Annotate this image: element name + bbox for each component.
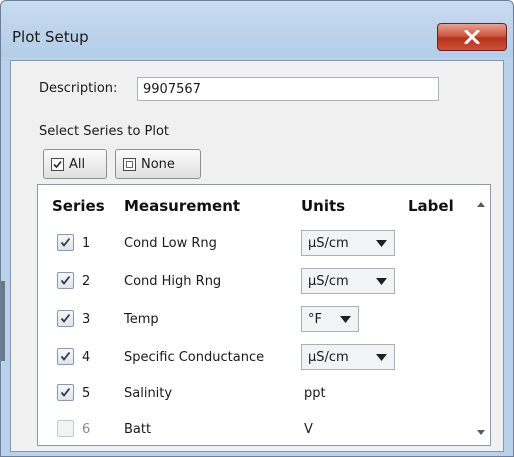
measurement-name: Cond High Rng xyxy=(124,274,222,289)
plot-setup-window: Plot Setup Description: Select Series to… xyxy=(0,0,514,457)
window-title: Plot Setup xyxy=(12,28,89,46)
measurement-name: Temp xyxy=(124,312,159,327)
dropdown-arrow-icon xyxy=(376,354,387,361)
series-row-3: 3 Temp °F xyxy=(38,304,468,334)
close-icon xyxy=(464,30,480,44)
header-units: Units xyxy=(301,197,346,215)
units-dropdown-2[interactable]: µS/cm xyxy=(301,268,395,294)
series-checkbox-3[interactable] xyxy=(57,310,74,327)
select-none-label: None xyxy=(141,156,175,172)
series-table: Series Measurement Units Label 1 Cond Lo… xyxy=(37,184,491,446)
series-number: 4 xyxy=(82,350,91,365)
units-value: µS/cm xyxy=(308,235,349,251)
units-dropdown-4[interactable]: µS/cm xyxy=(301,344,395,370)
series-number: 6 xyxy=(82,422,91,437)
units-value: ppt xyxy=(304,386,326,401)
header-label: Label xyxy=(408,197,454,215)
checkmark-icon xyxy=(60,387,71,397)
series-checkbox-2[interactable] xyxy=(57,272,74,289)
checkbox-checked-icon xyxy=(51,157,64,171)
scroll-down-button[interactable] xyxy=(474,425,488,439)
series-number: 3 xyxy=(82,312,91,327)
series-checkbox-5[interactable] xyxy=(57,384,74,401)
dropdown-arrow-icon xyxy=(376,240,387,247)
units-value: V xyxy=(304,422,313,437)
checkmark-icon xyxy=(60,237,71,247)
series-checkbox-4[interactable] xyxy=(57,348,74,365)
select-series-label: Select Series to Plot xyxy=(39,124,170,139)
dropdown-arrow-icon xyxy=(376,278,387,285)
series-checkbox-6[interactable] xyxy=(57,420,74,437)
measurement-name: Specific Conductance xyxy=(124,350,265,365)
checkmark-icon xyxy=(60,275,71,285)
scroll-up-button[interactable] xyxy=(474,197,488,211)
background-window-edge xyxy=(1,281,5,361)
units-dropdown-3[interactable]: °F xyxy=(301,306,359,332)
measurement-name: Batt xyxy=(124,422,152,437)
checkbox-empty-icon xyxy=(123,157,136,171)
description-label: Description: xyxy=(39,81,118,96)
series-row-6: 6 Batt V xyxy=(38,414,468,444)
measurement-name: Salinity xyxy=(124,386,173,401)
series-row-5: 5 Salinity ppt xyxy=(38,378,468,408)
series-row-2: 2 Cond High Rng µS/cm xyxy=(38,266,468,296)
header-series: Series xyxy=(52,197,105,215)
header-measurement: Measurement xyxy=(124,197,241,215)
scroll-down-arrow-icon xyxy=(477,429,485,435)
series-row-1: 1 Cond Low Rng µS/cm xyxy=(38,228,468,258)
measurement-name: Cond Low Rng xyxy=(124,236,217,251)
units-value: °F xyxy=(308,311,322,327)
select-none-button[interactable]: None xyxy=(115,149,201,179)
select-all-label: All xyxy=(69,156,86,172)
checkmark-icon xyxy=(60,351,71,361)
dialog-body: Description: Select Series to Plot All N… xyxy=(10,60,504,452)
series-row-4: 4 Specific Conductance µS/cm xyxy=(38,342,468,372)
series-number: 5 xyxy=(82,386,91,401)
units-value: µS/cm xyxy=(308,273,349,289)
close-button[interactable] xyxy=(437,23,507,51)
series-number: 2 xyxy=(82,274,91,289)
title-bar[interactable]: Plot Setup xyxy=(1,1,513,57)
select-all-button[interactable]: All xyxy=(43,149,107,179)
dropdown-arrow-icon xyxy=(340,316,351,323)
units-value: µS/cm xyxy=(308,349,349,365)
scroll-up-arrow-icon xyxy=(477,201,485,207)
series-checkbox-1[interactable] xyxy=(57,234,74,251)
description-input[interactable] xyxy=(137,77,439,101)
series-number: 1 xyxy=(82,236,91,251)
checkmark-icon xyxy=(60,313,71,323)
units-dropdown-1[interactable]: µS/cm xyxy=(301,230,395,256)
